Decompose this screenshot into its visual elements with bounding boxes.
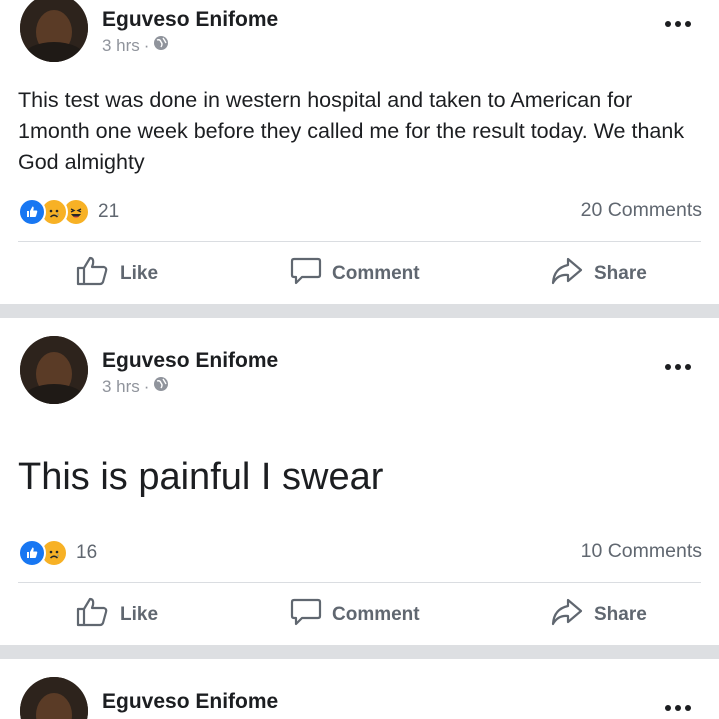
- avatar[interactable]: [20, 677, 88, 719]
- author-name[interactable]: Eguveso Enifome: [102, 349, 278, 373]
- reaction-count: 16: [76, 542, 98, 563]
- like-button[interactable]: Like: [76, 256, 158, 292]
- share-button[interactable]: Share: [550, 597, 647, 633]
- post-text: This test was done in western hospital a…: [18, 88, 685, 174]
- post-text: This is painful I swear: [18, 456, 384, 498]
- reactions-summary[interactable]: 21: [18, 198, 119, 226]
- comment-button[interactable]: Comment: [290, 597, 420, 633]
- author-name[interactable]: Eguveso Enifome: [102, 690, 278, 714]
- reaction-count: 21: [98, 201, 120, 222]
- globe-icon: [153, 376, 169, 397]
- share-icon: [550, 256, 584, 292]
- share-icon: [550, 597, 584, 633]
- avatar[interactable]: [20, 336, 88, 404]
- post-card: Eguveso Enifome 3 hrs · This test was do…: [0, 0, 719, 304]
- meta-separator: ·: [143, 35, 150, 55]
- post-meta: 3 hrs ·: [102, 376, 169, 397]
- author-name[interactable]: Eguveso Enifome: [102, 8, 278, 32]
- comment-label: Comment: [332, 604, 420, 625]
- thumbs-up-icon: [76, 256, 110, 292]
- share-label: Share: [594, 604, 647, 625]
- comment-label: Comment: [332, 263, 420, 284]
- timestamp[interactable]: 3 hrs: [102, 36, 140, 56]
- share-label: Share: [594, 263, 647, 284]
- like-icon: [18, 198, 46, 226]
- post-card: Eguveso Enifome 3 hrs · This is painful …: [0, 318, 719, 645]
- comment-icon: [290, 256, 322, 292]
- divider: [18, 582, 701, 583]
- divider: [18, 241, 701, 242]
- reactions-summary[interactable]: 16: [18, 539, 97, 567]
- post-separator: [0, 304, 719, 318]
- meta-separator: ·: [143, 376, 150, 396]
- avatar[interactable]: [20, 0, 88, 62]
- more-options-icon[interactable]: [665, 21, 691, 27]
- globe-icon: [153, 35, 169, 56]
- post-meta: 3 hrs ·: [102, 35, 169, 56]
- share-button[interactable]: Share: [550, 256, 647, 292]
- timestamp[interactable]: 3 hrs: [102, 377, 140, 397]
- like-label: Like: [120, 604, 159, 625]
- comments-count[interactable]: 10 Comments: [581, 540, 702, 563]
- like-icon: [18, 539, 46, 567]
- more-options-icon[interactable]: [665, 364, 691, 370]
- post-separator: [0, 645, 719, 659]
- action-bar: Like Comment Share: [0, 593, 719, 633]
- post-card: Eguveso Enifome: [0, 659, 719, 719]
- comment-button[interactable]: Comment: [290, 256, 420, 292]
- comment-icon: [290, 597, 322, 633]
- thumbs-up-icon: [76, 597, 110, 633]
- like-label: Like: [120, 263, 159, 284]
- comments-count[interactable]: 20 Comments: [581, 199, 702, 222]
- action-bar: Like Comment Share: [0, 252, 719, 292]
- like-button[interactable]: Like: [76, 597, 158, 633]
- more-options-icon[interactable]: [665, 705, 691, 711]
